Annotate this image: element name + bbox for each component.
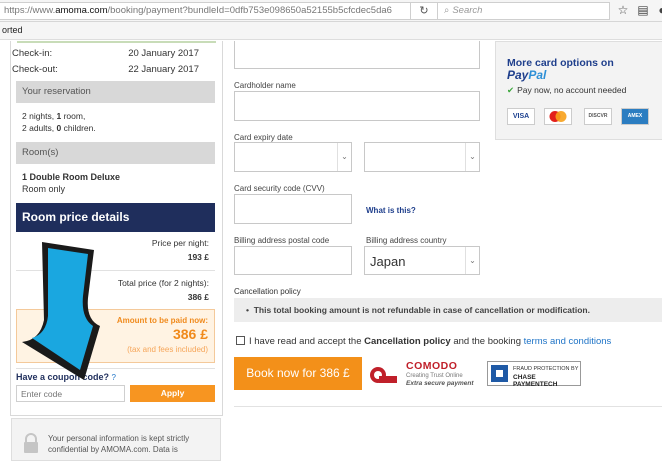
rooms-header: Room(s)	[16, 142, 215, 164]
address-bar[interactable]: https://www.amoma.com/booking/payment?bu…	[0, 2, 411, 20]
apply-button[interactable]: Apply	[130, 385, 215, 402]
discover-card-icon: DISCVR	[584, 108, 612, 125]
chase-line1: FRAUD PROTECTION BY	[513, 366, 579, 372]
paypal-note-text: Pay now, no account needed	[517, 85, 627, 95]
comodo-sub1: Creating Trust Online	[406, 373, 463, 379]
paypal-note: ✔ Pay now, no account needed	[507, 85, 626, 96]
cvv-input[interactable]	[234, 194, 352, 224]
search-icon: ⌕	[444, 5, 450, 16]
cancellation-policy-title: Cancellation policy	[234, 287, 301, 296]
res-l1c: room,	[61, 111, 86, 121]
cancellation-policy-box: • This total booking amount is not refun…	[234, 298, 662, 322]
cardholder-input[interactable]	[234, 91, 480, 121]
paypal-logo: PayPal	[507, 68, 546, 82]
reload-button[interactable]: ↻	[411, 2, 438, 20]
search-placeholder: Search	[452, 5, 483, 16]
amex-card-icon: AMEX	[621, 108, 649, 125]
cvv-label: Card security code (CVV)	[234, 184, 325, 193]
url-host: amoma.com	[55, 5, 108, 16]
comodo-sub2: Extra secure payment	[406, 380, 474, 387]
accept-text-a: I have read and accept the	[249, 336, 365, 347]
top-accent	[17, 41, 216, 43]
country-select[interactable]: Japan ⌄	[364, 246, 480, 275]
amount-due-label: Amount to be paid now:	[116, 316, 208, 325]
privacy-line-1: Your personal information is kept strict…	[48, 434, 190, 443]
bookmarks-bar: orted	[0, 22, 662, 40]
expiry-month-select[interactable]: ⌄	[234, 142, 352, 172]
book-now-button[interactable]: Book now for 386 £	[234, 357, 362, 390]
chevron-down-icon: ⌄	[465, 143, 479, 171]
cancellation-policy-link[interactable]: Cancellation policy	[364, 336, 451, 347]
chase-badge: FRAUD PROTECTION BY CHASE PAYMENTECH	[487, 361, 581, 388]
checkin-value: 20 January 2017	[128, 48, 199, 59]
check-icon: ✔	[507, 85, 515, 95]
terms-accept: I have read and accept the Cancellation …	[236, 336, 611, 347]
card-options-box: More card options on PayPal ✔ Pay now, no…	[495, 41, 662, 140]
paypal-logo-a: Pay	[507, 68, 529, 82]
res-l2c: children.	[61, 123, 96, 133]
amount-due-note: (tax and fees included)	[127, 345, 208, 354]
checkout-row: Check-out: 22 January 2017	[6, 64, 205, 78]
coupon-input[interactable]	[16, 385, 125, 402]
price-details-header: Room price details	[16, 203, 215, 232]
terms-link[interactable]: terms and conditions	[524, 336, 612, 347]
reservation-header: Your reservation	[16, 81, 215, 103]
overflow-icon[interactable]: ●	[655, 3, 662, 17]
checkin-label: Check-in:	[12, 48, 53, 59]
checkin-row: Check-in: 20 January 2017	[6, 48, 205, 62]
comodo-secure-icon	[370, 367, 397, 383]
postal-label: Billing address postal code	[234, 236, 330, 245]
chevron-down-icon: ⌄	[465, 247, 479, 274]
chevron-down-icon: ⌄	[337, 143, 351, 171]
privacy-text: Your personal information is kept strict…	[48, 433, 216, 455]
cancellation-policy-text: This total booking amount is not refunda…	[253, 305, 590, 315]
res-l2a: 2 adults,	[22, 123, 57, 133]
url-prefix: https://www.	[4, 5, 56, 16]
postal-input[interactable]	[234, 246, 352, 275]
card-number-input[interactable]	[234, 41, 480, 69]
amount-due-value: 386 £	[172, 326, 208, 342]
privacy-line-2: confidential by AMOMA.com. Data is	[48, 445, 178, 454]
comodo-name: COMODO	[406, 360, 458, 372]
divider	[234, 406, 662, 407]
chase-logo-icon	[491, 365, 508, 382]
reading-list-icon[interactable]: ▤	[636, 3, 650, 17]
accept-text-c: and the booking	[450, 336, 524, 347]
search-input[interactable]: ⌕ Search	[438, 2, 610, 20]
visa-card-icon: VISA	[507, 108, 535, 125]
bookmark-item[interactable]: orted	[2, 25, 23, 35]
blue-arrow-annotation	[22, 242, 100, 380]
mastercard-icon	[544, 108, 572, 125]
chase-line2: CHASE PAYMENTECH	[513, 374, 558, 388]
url-rest: /booking/payment?bundleId=0dfb753e098650…	[107, 5, 392, 16]
checkout-value: 22 January 2017	[128, 64, 199, 75]
cvv-help-link[interactable]: What is this?	[366, 206, 416, 215]
comodo-badge: COMODO Creating Trust Online Extra secur…	[369, 360, 481, 390]
room-board: Room only	[22, 184, 66, 194]
bookmark-star-icon[interactable]: ☆	[616, 3, 630, 17]
lock-icon	[24, 433, 38, 453]
browser-toolbar: https://www.amoma.com/booking/payment?bu…	[0, 0, 662, 22]
country-label: Billing address country	[366, 236, 447, 245]
cardholder-label: Cardholder name	[234, 81, 296, 90]
res-l1a: 2 nights,	[22, 111, 57, 121]
expiry-year-select[interactable]: ⌄	[364, 142, 480, 172]
reservation-guests: 2 adults, 0 children.	[22, 122, 96, 134]
paypal-logo-b: Pal	[528, 68, 547, 82]
privacy-note: Your personal information is kept strict…	[11, 418, 221, 461]
room-name: 1 Double Room Deluxe	[22, 172, 121, 182]
country-value: Japan	[370, 254, 406, 269]
checkout-label: Check-out:	[12, 64, 58, 75]
reservation-nights: 2 nights, 1 room,	[22, 110, 85, 122]
expiry-label: Card expiry date	[234, 133, 293, 142]
terms-checkbox[interactable]	[236, 336, 245, 345]
